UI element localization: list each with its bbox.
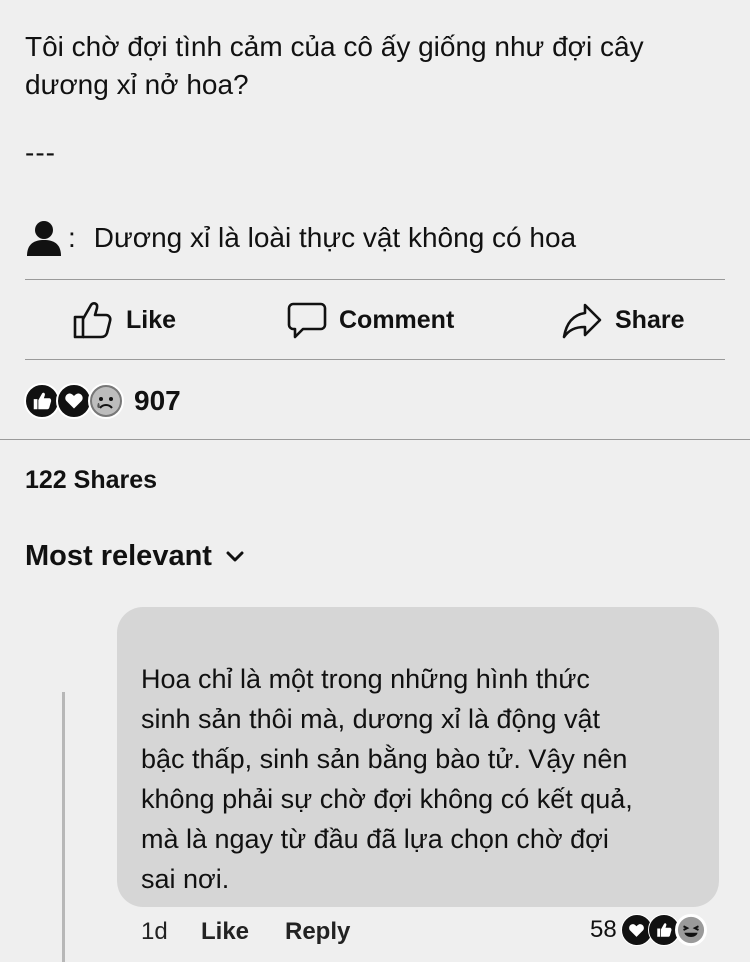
comment-bubble[interactable]: Hoa chỉ là một trong những hình thức sin… bbox=[117, 607, 719, 907]
comment-time: 1d bbox=[141, 918, 168, 945]
post-text-line-1: Tôi chờ đợi tình cảm của cô ấy giống như… bbox=[25, 31, 644, 62]
person-icon bbox=[27, 221, 61, 256]
quote-colon: : bbox=[68, 222, 76, 253]
love-reaction-icon bbox=[56, 383, 92, 419]
quote-line: : Dương xỉ là loài thực vật không có hoa bbox=[24, 218, 576, 258]
sort-label: Most relevant bbox=[25, 540, 212, 572]
comment-button[interactable]: Comment bbox=[287, 280, 454, 360]
comment-line: mà là ngay từ đầu đã lựa chọn chờ đợi bbox=[141, 824, 609, 854]
comment-line: sai nơi. bbox=[141, 864, 230, 894]
reaction-count: 907 bbox=[134, 385, 181, 416]
divider-full bbox=[0, 439, 750, 440]
comment-label: Comment bbox=[339, 305, 455, 334]
action-bar: Like Comment Share bbox=[25, 280, 725, 360]
thumbs-up-icon bbox=[73, 302, 112, 339]
reactions-summary[interactable]: 907 bbox=[24, 383, 181, 419]
comment-like-button[interactable]: Like bbox=[201, 918, 249, 946]
comment-line: sinh sản thôi mà, dương xỉ là động vật bbox=[141, 704, 601, 734]
comment-reply-button[interactable]: Reply bbox=[285, 918, 350, 946]
share-label: Share bbox=[615, 305, 685, 334]
comment-line: bậc thấp, sinh sản bằng bào tử. Vậy nên bbox=[141, 744, 628, 774]
comment-line: không phải sự chờ đợi không có kết quả, bbox=[141, 784, 633, 814]
thread-line bbox=[62, 692, 65, 962]
comment-line: Hoa chỉ là một trong những hình thức bbox=[141, 664, 590, 694]
like-reaction-icon bbox=[24, 383, 60, 419]
comment-reaction-count: 58 bbox=[590, 916, 617, 943]
chevron-down-icon bbox=[226, 551, 244, 561]
like-label: Like bbox=[126, 305, 177, 334]
post-text-line-2: dương xỉ nở hoa? bbox=[25, 69, 249, 100]
share-arrow-icon bbox=[562, 303, 602, 339]
comment-text: Hoa chỉ là một trong những hình thức sin… bbox=[141, 659, 701, 899]
comment-icon bbox=[287, 302, 327, 339]
quote-text: Dương xỉ là loài thực vật không có hoa bbox=[93, 222, 577, 253]
shares-count[interactable]: 122 Shares bbox=[25, 466, 157, 495]
sad-reaction-icon bbox=[88, 383, 124, 419]
post-text: Tôi chờ đợi tình cảm của cô ấy giống như… bbox=[25, 28, 725, 172]
post-separator: --- bbox=[25, 137, 56, 168]
share-button[interactable]: Share bbox=[561, 280, 684, 360]
sort-dropdown[interactable]: Most relevant bbox=[25, 540, 244, 573]
like-button[interactable]: Like bbox=[72, 280, 176, 360]
comment-reactions[interactable]: 58 bbox=[590, 914, 707, 946]
haha-reaction-icon bbox=[674, 914, 707, 946]
divider-actions bbox=[25, 359, 725, 360]
